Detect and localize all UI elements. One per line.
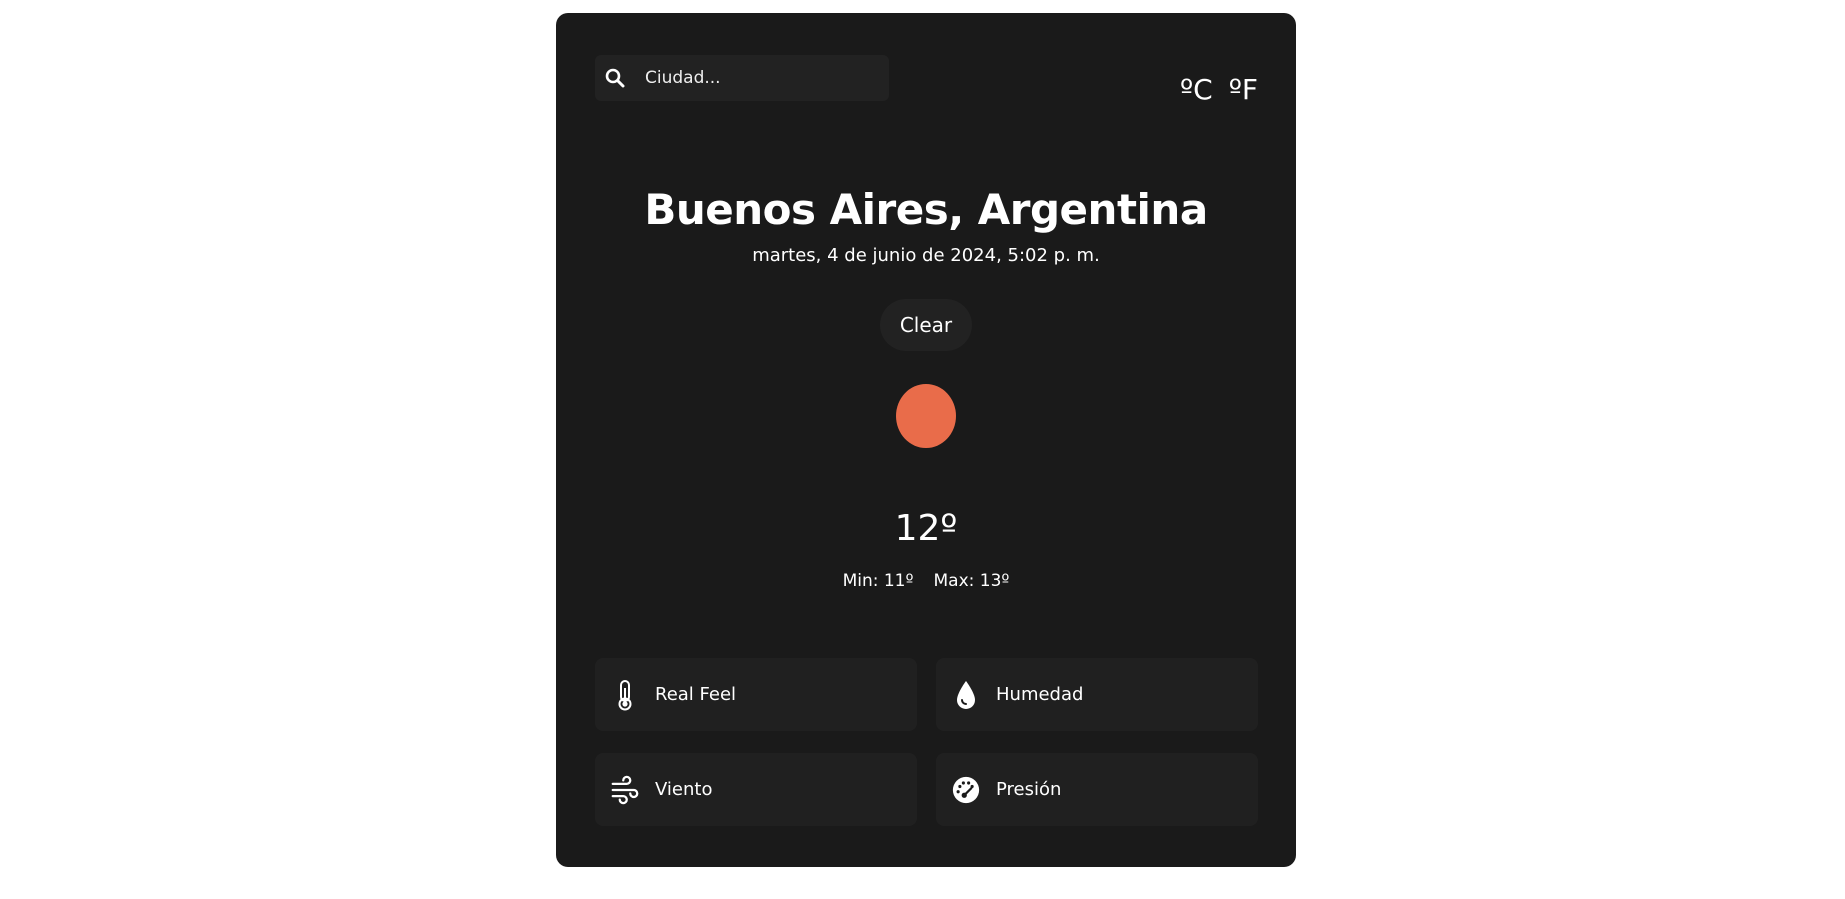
detail-label-humidity: Humedad [996,684,1084,705]
celsius-button[interactable]: ºC [1180,73,1213,106]
min-temperature: Min: 11º [842,571,914,591]
detail-tile-humidity: Humedad [936,658,1258,731]
detail-tile-pressure: Presión [936,753,1258,826]
sun-icon [896,384,956,448]
city-search-input[interactable] [643,67,877,89]
wind-icon [611,774,639,806]
unit-toggle: ºC ºF [1180,73,1258,106]
condition-badge: Clear [879,299,973,351]
thermometer-icon [611,679,639,711]
search-box[interactable] [595,55,889,101]
gauge-icon [952,774,980,806]
search-icon[interactable] [605,68,625,88]
detail-label-real-feel: Real Feel [655,684,737,705]
current-temperature: 12º [894,508,958,549]
local-datetime: martes, 4 de junio de 2024, 5:02 p. m. [752,245,1100,266]
city-title: Buenos Aires, Argentina [644,185,1208,234]
detail-tile-real-feel: Real Feel [595,658,917,731]
condition-container: Clear [556,299,1296,351]
detail-label-wind: Viento [655,779,713,800]
fahrenheit-button[interactable]: ºF [1229,73,1258,106]
weather-card: ºC ºF Buenos Aires, Argentina martes, 4 … [556,13,1296,867]
detail-tile-wind: Viento [595,753,917,826]
droplet-icon [952,679,980,711]
min-max-temperature: Min: 11º Max: 13º [556,571,1296,591]
detail-label-pressure: Presión [996,779,1062,800]
max-temperature: Max: 13º [933,571,1010,591]
